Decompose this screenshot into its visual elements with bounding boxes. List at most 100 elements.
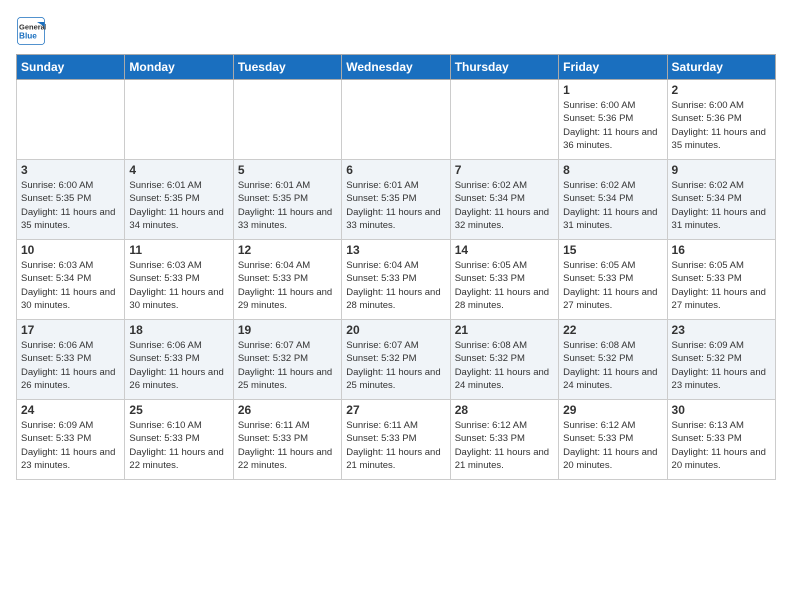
calendar-week-row: 10 Sunrise: 6:03 AM Sunset: 5:34 PM Dayli… bbox=[17, 240, 776, 320]
calendar-day-cell: 15Sunrise: 6:05 AM Sunset: 5:33 PM Dayli… bbox=[559, 240, 667, 320]
day-number: 18 bbox=[129, 323, 228, 337]
day-info: Sunrise: 6:07 AM Sunset: 5:32 PM Dayligh… bbox=[238, 339, 337, 392]
day-info: Sunrise: 6:12 AM Sunset: 5:33 PM Dayligh… bbox=[563, 419, 662, 472]
day-info: Sunrise: 6:02 AM Sunset: 5:34 PM Dayligh… bbox=[672, 179, 771, 232]
calendar-table: SundayMondayTuesdayWednesdayThursdayFrid… bbox=[16, 54, 776, 480]
calendar-week-row: 17 Sunrise: 6:06 AM Sunset: 5:33 PM Dayli… bbox=[17, 320, 776, 400]
day-info: Sunrise: 6:01 AM Sunset: 5:35 PM Dayligh… bbox=[238, 179, 337, 232]
calendar-week-row: 24 Sunrise: 6:09 AM Sunset: 5:33 PM Dayli… bbox=[17, 400, 776, 480]
day-info: Sunrise: 6:04 AM Sunset: 5:33 PM Dayligh… bbox=[238, 259, 337, 312]
day-info: Sunrise: 6:05 AM Sunset: 5:33 PM Dayligh… bbox=[672, 259, 771, 312]
weekday-header: Wednesday bbox=[342, 55, 450, 80]
calendar-day-cell: 18 Sunrise: 6:06 AM Sunset: 5:33 PM Dayli… bbox=[125, 320, 233, 400]
day-number: 10 bbox=[21, 243, 120, 257]
day-number: 23 bbox=[672, 323, 771, 337]
calendar-header-row: SundayMondayTuesdayWednesdayThursdayFrid… bbox=[17, 55, 776, 80]
day-info: Sunrise: 6:11 AM Sunset: 5:33 PM Dayligh… bbox=[238, 419, 337, 472]
day-number: 26 bbox=[238, 403, 337, 417]
day-info: Sunrise: 6:03 AM Sunset: 5:34 PM Dayligh… bbox=[21, 259, 120, 312]
calendar-day-cell: 22Sunrise: 6:08 AM Sunset: 5:32 PM Dayli… bbox=[559, 320, 667, 400]
day-number: 19 bbox=[238, 323, 337, 337]
day-number: 5 bbox=[238, 163, 337, 177]
day-number: 28 bbox=[455, 403, 554, 417]
day-info: Sunrise: 6:09 AM Sunset: 5:33 PM Dayligh… bbox=[21, 419, 120, 472]
calendar-day-cell: 4Sunrise: 6:01 AM Sunset: 5:35 PM Daylig… bbox=[125, 160, 233, 240]
calendar-day-cell bbox=[450, 80, 558, 160]
day-number: 24 bbox=[21, 403, 120, 417]
calendar-day-cell: 8 Sunrise: 6:02 AM Sunset: 5:34 PM Daylig… bbox=[559, 160, 667, 240]
day-info: Sunrise: 6:06 AM Sunset: 5:33 PM Dayligh… bbox=[21, 339, 120, 392]
svg-text:Blue: Blue bbox=[19, 32, 37, 41]
day-number: 27 bbox=[346, 403, 445, 417]
calendar-day-cell: 17 Sunrise: 6:06 AM Sunset: 5:33 PM Dayli… bbox=[17, 320, 125, 400]
day-info: Sunrise: 6:01 AM Sunset: 5:35 PM Dayligh… bbox=[129, 179, 228, 232]
weekday-header: Sunday bbox=[17, 55, 125, 80]
day-info: Sunrise: 6:08 AM Sunset: 5:32 PM Dayligh… bbox=[455, 339, 554, 392]
day-info: Sunrise: 6:02 AM Sunset: 5:34 PM Dayligh… bbox=[455, 179, 554, 232]
day-number: 1 bbox=[563, 83, 662, 97]
logo-icon: General Blue bbox=[16, 16, 46, 46]
day-info: Sunrise: 6:12 AM Sunset: 5:33 PM Dayligh… bbox=[455, 419, 554, 472]
calendar-day-cell: 3 Sunrise: 6:00 AM Sunset: 5:35 PM Daylig… bbox=[17, 160, 125, 240]
day-info: Sunrise: 6:00 AM Sunset: 5:36 PM Dayligh… bbox=[672, 99, 771, 152]
weekday-header: Friday bbox=[559, 55, 667, 80]
day-number: 12 bbox=[238, 243, 337, 257]
day-number: 30 bbox=[672, 403, 771, 417]
day-number: 25 bbox=[129, 403, 228, 417]
calendar-day-cell bbox=[233, 80, 341, 160]
day-info: Sunrise: 6:08 AM Sunset: 5:32 PM Dayligh… bbox=[563, 339, 662, 392]
day-info: Sunrise: 6:07 AM Sunset: 5:32 PM Dayligh… bbox=[346, 339, 445, 392]
day-info: Sunrise: 6:00 AM Sunset: 5:36 PM Dayligh… bbox=[563, 99, 662, 152]
day-info: Sunrise: 6:03 AM Sunset: 5:33 PM Dayligh… bbox=[129, 259, 228, 312]
calendar-day-cell: 11Sunrise: 6:03 AM Sunset: 5:33 PM Dayli… bbox=[125, 240, 233, 320]
day-number: 20 bbox=[346, 323, 445, 337]
calendar-day-cell: 7 Sunrise: 6:02 AM Sunset: 5:34 PM Daylig… bbox=[450, 160, 558, 240]
calendar-day-cell: 9 Sunrise: 6:02 AM Sunset: 5:34 PM Daylig… bbox=[667, 160, 775, 240]
day-number: 17 bbox=[21, 323, 120, 337]
day-info: Sunrise: 6:02 AM Sunset: 5:34 PM Dayligh… bbox=[563, 179, 662, 232]
calendar-day-cell: 30 Sunrise: 6:13 AM Sunset: 5:33 PM Dayli… bbox=[667, 400, 775, 480]
day-number: 7 bbox=[455, 163, 554, 177]
calendar-day-cell: 5 Sunrise: 6:01 AM Sunset: 5:35 PM Daylig… bbox=[233, 160, 341, 240]
day-number: 8 bbox=[563, 163, 662, 177]
day-info: Sunrise: 6:11 AM Sunset: 5:33 PM Dayligh… bbox=[346, 419, 445, 472]
calendar-day-cell: 6Sunrise: 6:01 AM Sunset: 5:35 PM Daylig… bbox=[342, 160, 450, 240]
day-number: 9 bbox=[672, 163, 771, 177]
calendar-week-row: 1 Sunrise: 6:00 AM Sunset: 5:36 PM Daylig… bbox=[17, 80, 776, 160]
calendar-day-cell: 1 Sunrise: 6:00 AM Sunset: 5:36 PM Daylig… bbox=[559, 80, 667, 160]
day-info: Sunrise: 6:05 AM Sunset: 5:33 PM Dayligh… bbox=[563, 259, 662, 312]
day-info: Sunrise: 6:00 AM Sunset: 5:35 PM Dayligh… bbox=[21, 179, 120, 232]
day-number: 21 bbox=[455, 323, 554, 337]
page-header: General Blue bbox=[16, 16, 776, 46]
day-info: Sunrise: 6:10 AM Sunset: 5:33 PM Dayligh… bbox=[129, 419, 228, 472]
calendar-day-cell: 21 Sunrise: 6:08 AM Sunset: 5:32 PM Dayli… bbox=[450, 320, 558, 400]
calendar-day-cell: 25 Sunrise: 6:10 AM Sunset: 5:33 PM Dayli… bbox=[125, 400, 233, 480]
calendar-day-cell: 13 Sunrise: 6:04 AM Sunset: 5:33 PM Dayli… bbox=[342, 240, 450, 320]
day-info: Sunrise: 6:06 AM Sunset: 5:33 PM Dayligh… bbox=[129, 339, 228, 392]
weekday-header: Thursday bbox=[450, 55, 558, 80]
calendar-day-cell: 20 Sunrise: 6:07 AM Sunset: 5:32 PM Dayli… bbox=[342, 320, 450, 400]
day-number: 2 bbox=[672, 83, 771, 97]
calendar-day-cell: 12 Sunrise: 6:04 AM Sunset: 5:33 PM Dayli… bbox=[233, 240, 341, 320]
calendar-day-cell: 27 Sunrise: 6:11 AM Sunset: 5:33 PM Dayli… bbox=[342, 400, 450, 480]
calendar-day-cell bbox=[342, 80, 450, 160]
calendar-day-cell: 29Sunrise: 6:12 AM Sunset: 5:33 PM Dayli… bbox=[559, 400, 667, 480]
day-number: 13 bbox=[346, 243, 445, 257]
logo: General Blue bbox=[16, 16, 46, 46]
weekday-header: Saturday bbox=[667, 55, 775, 80]
day-info: Sunrise: 6:04 AM Sunset: 5:33 PM Dayligh… bbox=[346, 259, 445, 312]
calendar-day-cell bbox=[17, 80, 125, 160]
day-info: Sunrise: 6:05 AM Sunset: 5:33 PM Dayligh… bbox=[455, 259, 554, 312]
calendar-day-cell: 24 Sunrise: 6:09 AM Sunset: 5:33 PM Dayli… bbox=[17, 400, 125, 480]
calendar-day-cell: 16Sunrise: 6:05 AM Sunset: 5:33 PM Dayli… bbox=[667, 240, 775, 320]
day-number: 14 bbox=[455, 243, 554, 257]
weekday-header: Tuesday bbox=[233, 55, 341, 80]
day-info: Sunrise: 6:09 AM Sunset: 5:32 PM Dayligh… bbox=[672, 339, 771, 392]
day-info: Sunrise: 6:01 AM Sunset: 5:35 PM Dayligh… bbox=[346, 179, 445, 232]
day-number: 3 bbox=[21, 163, 120, 177]
weekday-header: Monday bbox=[125, 55, 233, 80]
calendar-day-cell: 2 Sunrise: 6:00 AM Sunset: 5:36 PM Daylig… bbox=[667, 80, 775, 160]
calendar-day-cell bbox=[125, 80, 233, 160]
day-info: Sunrise: 6:13 AM Sunset: 5:33 PM Dayligh… bbox=[672, 419, 771, 472]
calendar-day-cell: 28 Sunrise: 6:12 AM Sunset: 5:33 PM Dayli… bbox=[450, 400, 558, 480]
